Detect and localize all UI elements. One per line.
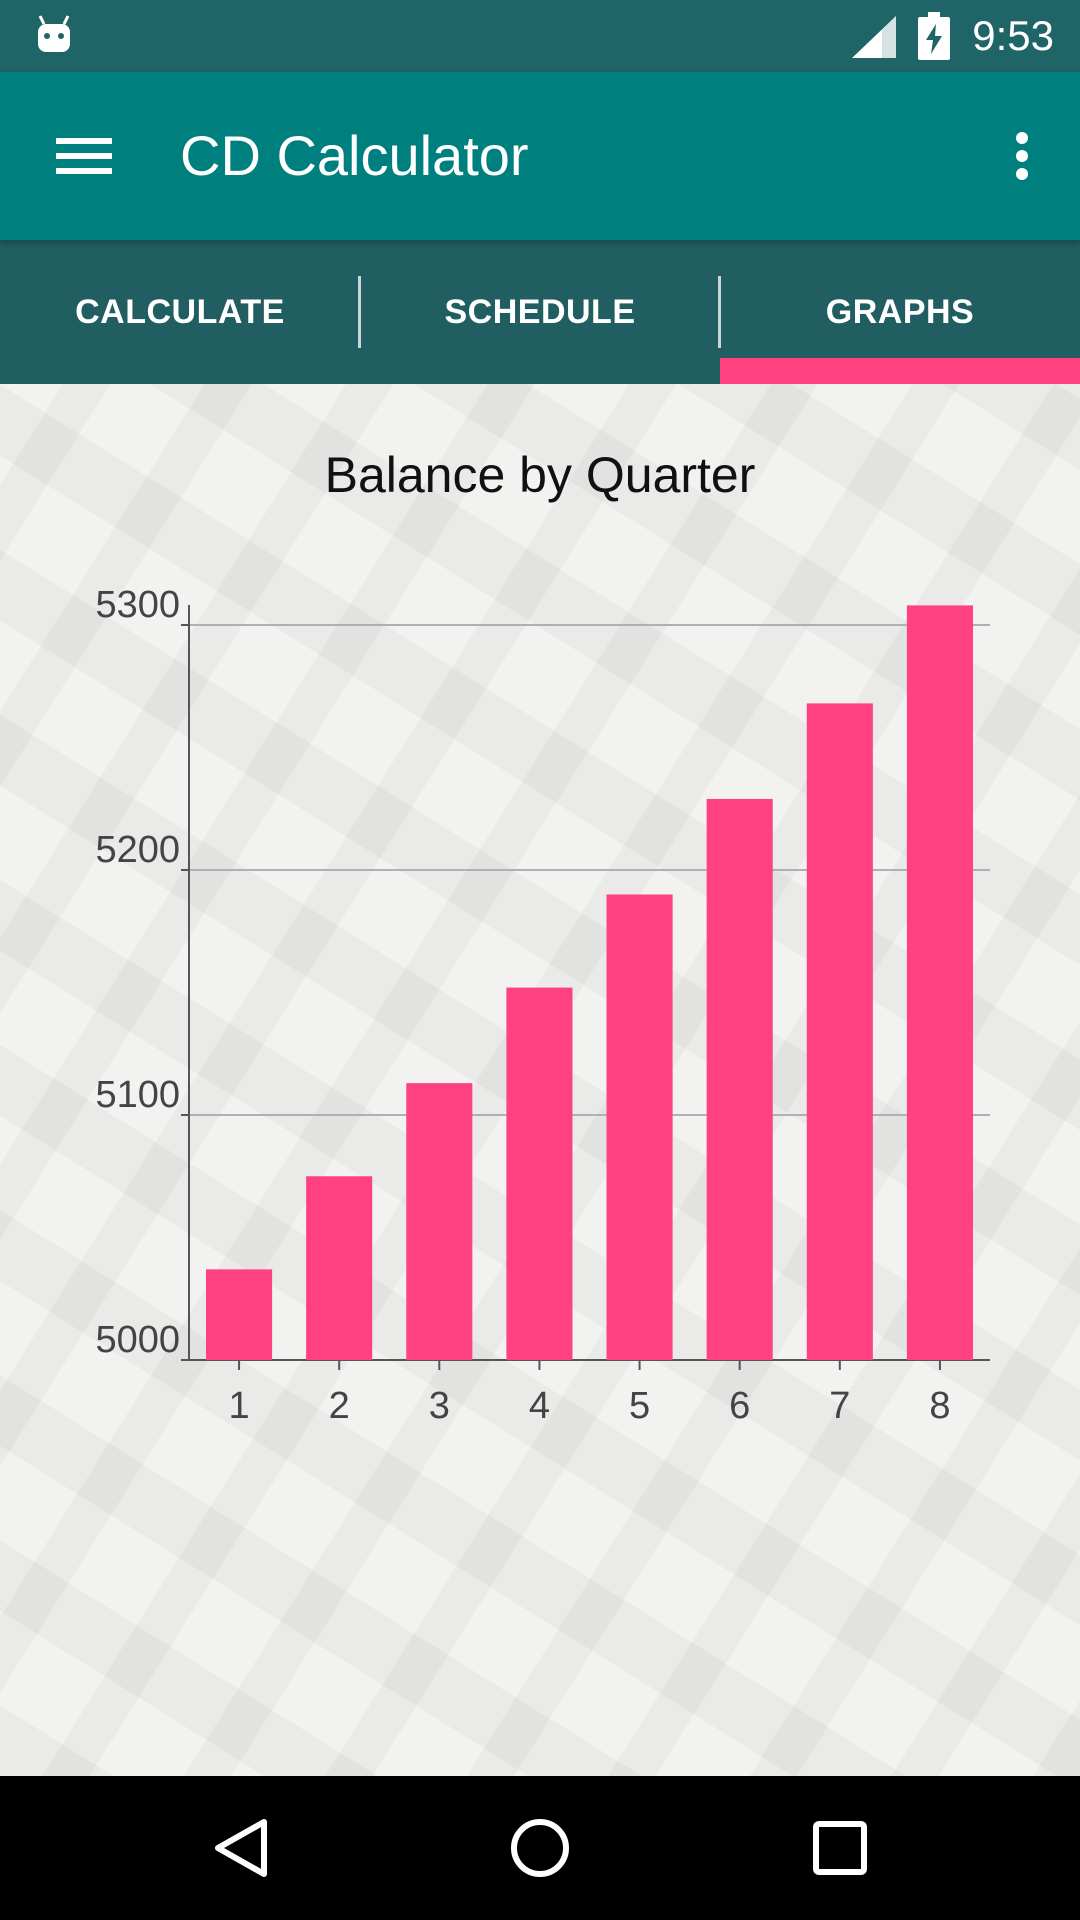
cell-signal-icon [852, 16, 896, 58]
hamburger-bar [56, 153, 112, 159]
tab-schedule[interactable]: SCHEDULE [360, 240, 720, 384]
x-tick-label: 8 [929, 1385, 950, 1427]
y-tick-label: 5300 [95, 584, 180, 626]
recents-icon[interactable] [780, 1796, 900, 1900]
hamburger-menu-icon [56, 138, 112, 144]
y-tick-label: 5100 [95, 1074, 180, 1116]
x-tick-label: 4 [529, 1385, 550, 1427]
bar [806, 703, 873, 1360]
bar [206, 1269, 273, 1360]
x-tick-label: 7 [829, 1385, 850, 1427]
x-tick-label: 3 [429, 1385, 450, 1427]
selected-tab-indicator [720, 358, 1080, 384]
graph-content: Balance by Quarter 5000 5100 5200 5300 1 2 3 4 5… [0, 384, 1080, 1776]
more-vert-dot [1016, 168, 1028, 180]
tab-calculate[interactable]: CALCULATE [0, 240, 360, 384]
status-bar: 9:53 [0, 0, 1080, 72]
bar [306, 1176, 373, 1360]
app-title: CD Calculator [180, 124, 529, 187]
balance-bar-chart: 5000 5100 5200 5300 1 2 3 4 5 6 7 8 [95, 584, 990, 1427]
more-vert-icon [1016, 132, 1028, 144]
bar [406, 1083, 473, 1360]
y-tick-label: 5200 [95, 829, 180, 871]
overflow-menu-button[interactable] [992, 122, 1052, 190]
bar [906, 605, 973, 1360]
system-navigation-bar [0, 1776, 1080, 1920]
android-debug-icon [38, 15, 70, 52]
back-icon[interactable] [180, 1796, 300, 1900]
home-icon[interactable] [480, 1796, 600, 1900]
app-bar: CD Calculator [0, 72, 1080, 240]
x-tick-label: 2 [329, 1385, 350, 1427]
hamburger-bar [56, 168, 112, 174]
battery-charging-icon [918, 12, 950, 60]
x-tick-label: 6 [729, 1385, 750, 1427]
bar [606, 894, 673, 1360]
status-clock: 9:53 [972, 12, 1054, 59]
bar [706, 798, 773, 1360]
more-vert-dot [1016, 150, 1028, 162]
navigation-menu-button[interactable] [40, 122, 128, 190]
x-tick-label: 5 [629, 1385, 650, 1427]
y-tick-label: 5000 [95, 1319, 180, 1361]
bar [506, 987, 573, 1360]
x-tick-label: 1 [228, 1385, 249, 1427]
